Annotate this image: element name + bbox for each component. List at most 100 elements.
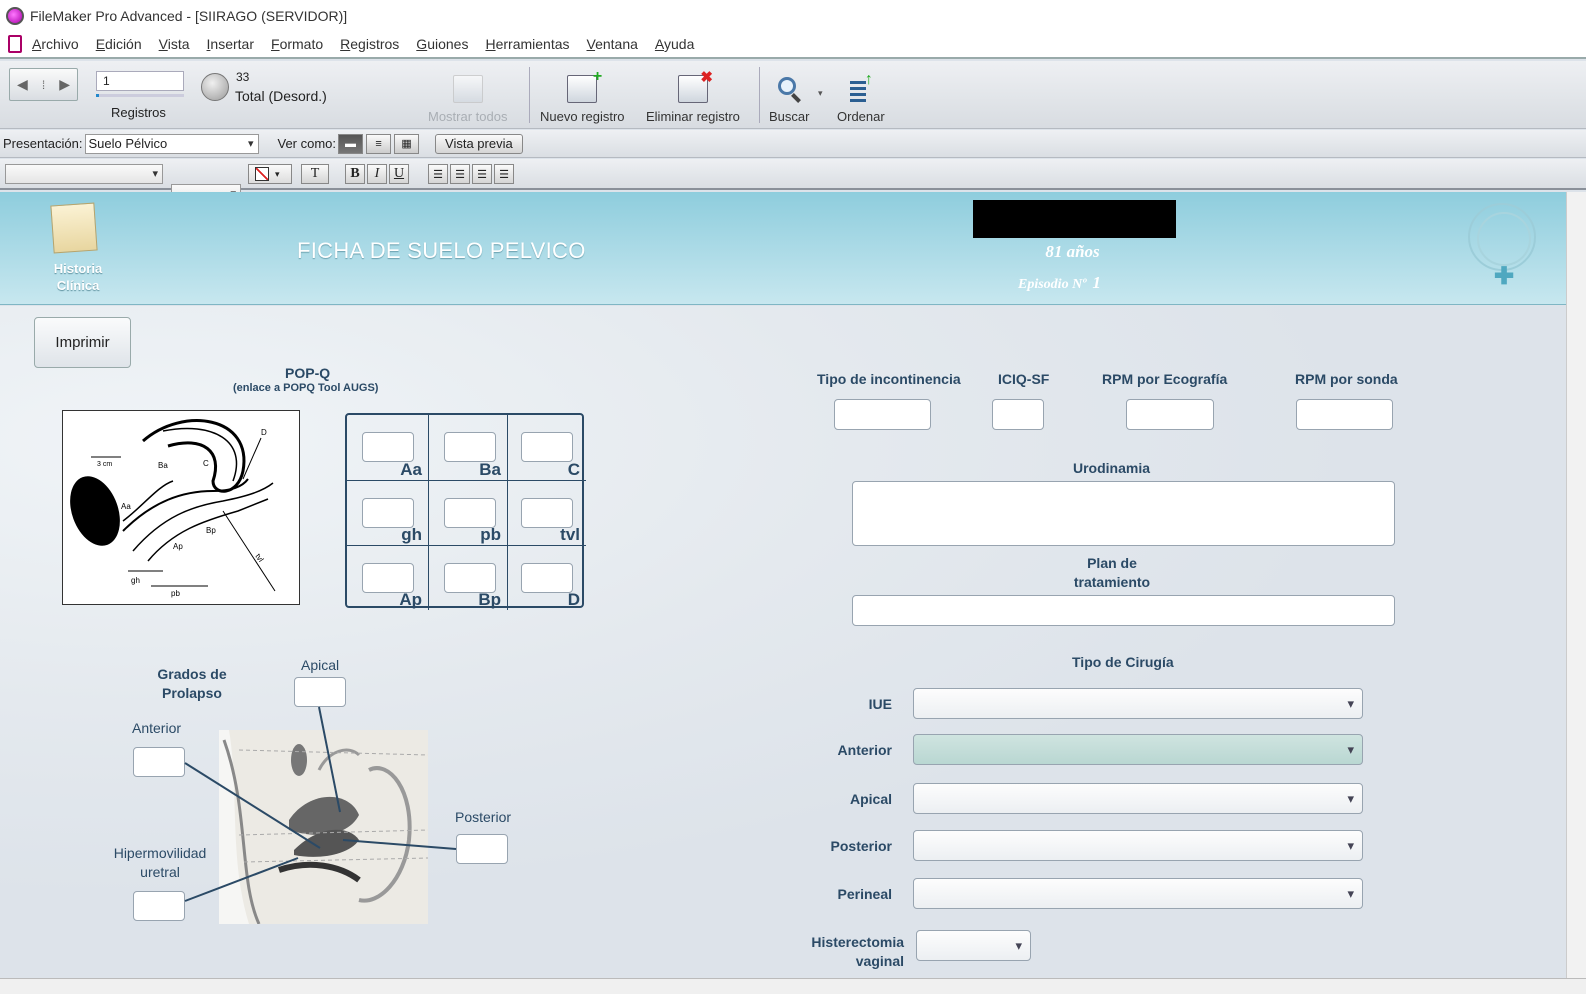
incontinence-type-label: Tipo de incontinencia [817, 371, 961, 387]
popq-cell-pb: pb [429, 481, 508, 546]
apical-grade-input[interactable] [294, 677, 346, 707]
menu-ayuda[interactable]: Ayuda [655, 36, 694, 52]
popq-ba-input[interactable] [444, 432, 496, 462]
align-justify-icon[interactable]: ☰ [494, 164, 514, 184]
next-record-icon[interactable]: ▶ [59, 76, 70, 93]
delete-record-icon: ✖ [677, 69, 713, 103]
popq-pb-input[interactable] [444, 498, 496, 528]
hypermobility-line-2: uretral [140, 864, 180, 880]
surgery-iue-select[interactable] [913, 688, 1363, 719]
menu-edicion[interactable]: Edición [96, 36, 142, 52]
sort-button[interactable]: ↑ Ordenar [837, 71, 885, 124]
find-button[interactable]: Buscar [769, 75, 809, 124]
prolapse-grades-title: Grados de Prolapso [150, 665, 234, 703]
surgery-anterior-select[interactable] [913, 734, 1363, 765]
popq-bp-input[interactable] [444, 563, 496, 593]
svg-text:gh: gh [131, 576, 140, 585]
popq-tvl-label: tvl [560, 525, 580, 544]
menu-formato[interactable]: Formato [271, 36, 323, 52]
delete-record-button[interactable]: ✖ Eliminar registro [646, 69, 740, 124]
total-count: 33 [236, 70, 250, 84]
menu-herramientas[interactable]: Herramientas [485, 36, 569, 52]
vaginal-hysterectomy-select[interactable] [916, 930, 1031, 961]
venus-symbol-icon: ✚ [1494, 263, 1515, 290]
menu-insertar[interactable]: Insertar [207, 36, 254, 52]
popq-title[interactable]: POP-Q [285, 365, 330, 381]
surgery-perineal-select[interactable] [913, 878, 1363, 909]
menu-archivo[interactable]: Archivo [32, 36, 79, 52]
svg-text:pb: pb [171, 589, 180, 598]
iciq-input[interactable] [992, 399, 1044, 430]
align-left-icon[interactable]: ☰ [428, 164, 448, 184]
view-as-table-button[interactable]: ▦ [394, 133, 420, 154]
apical-label: Apical [301, 657, 340, 673]
view-as-form-button[interactable]: ▬ [338, 133, 364, 154]
new-record-label: Nuevo registro [540, 109, 625, 124]
popq-anatomy-diagram: 3 cm Ba C D Aa Ap Bp gh pb tvl [62, 410, 300, 605]
vertical-scrollbar[interactable] [1566, 192, 1586, 978]
title-bar: FileMaker Pro Advanced - [SIIRAGO (SERVI… [0, 0, 1586, 31]
layout-label: Presentación: [3, 136, 83, 151]
new-record-button[interactable]: + Nuevo registro [540, 68, 625, 124]
italic-button[interactable]: I [367, 164, 387, 184]
menu-guiones[interactable]: Guiones [416, 36, 468, 52]
rpm-echo-input[interactable] [1126, 399, 1214, 430]
text-color-picker[interactable]: ▾ [248, 164, 292, 184]
popq-d-label: D [567, 590, 580, 609]
print-button[interactable]: Imprimir [34, 317, 131, 368]
treatment-plan-input[interactable] [852, 595, 1395, 626]
record-navigation-book[interactable]: ◀ ⁞ ▶ [9, 68, 78, 101]
surgery-posterior-select[interactable] [913, 830, 1363, 861]
prev-record-icon[interactable]: ◀ [17, 76, 28, 93]
anterior-grade-input[interactable] [133, 747, 185, 777]
menu-ventana[interactable]: Ventana [587, 36, 638, 52]
record-slider-icon[interactable]: ⁞ [42, 78, 45, 92]
redacted-patient-name [973, 200, 1176, 238]
popq-c-input[interactable] [521, 432, 573, 462]
vaginal-hysterectomy-label: Histerectomia vaginal [780, 933, 904, 971]
menu-bar: Archivo Edición Vista Insertar Formato R… [0, 31, 1586, 59]
popq-diagram-drawing: 3 cm Ba C D Aa Ap Bp gh pb tvl [70, 419, 276, 598]
preview-button[interactable]: Vista previa [435, 133, 523, 154]
rpm-probe-label: RPM por sonda [1295, 371, 1398, 387]
view-as-list-button[interactable]: ≡ [366, 133, 392, 154]
surgery-apical-select[interactable] [913, 783, 1363, 814]
bold-button[interactable]: B [345, 164, 365, 184]
font-family-select[interactable] [5, 164, 163, 184]
surgery-perineal-label: Perineal [837, 886, 892, 902]
underline-button[interactable]: U [389, 164, 409, 184]
incontinence-type-input[interactable] [834, 399, 931, 430]
popq-tvl-input[interactable] [521, 498, 573, 528]
current-record-input[interactable]: 1 [96, 71, 184, 91]
show-all-button[interactable]: Mostrar todos [428, 75, 507, 124]
pie-chart-icon [201, 73, 229, 101]
document-icon[interactable] [8, 35, 22, 53]
menu-vista[interactable]: Vista [159, 36, 190, 52]
format-bar: ▾ T B I U ☰ ☰ ☰ ☰ [0, 159, 1586, 204]
popq-aa-label: Aa [400, 460, 422, 479]
rpm-probe-input[interactable] [1296, 399, 1393, 430]
window-title: FileMaker Pro Advanced - [SIIRAGO (SERVI… [30, 7, 348, 24]
popq-aa-input[interactable] [362, 432, 414, 462]
rpm-echo-label: RPM por Ecografía [1102, 371, 1228, 387]
history-button-label[interactable]: Historia Clínica [40, 260, 116, 294]
menu-registros[interactable]: Registros [340, 36, 399, 52]
align-center-icon[interactable]: ☰ [450, 164, 470, 184]
posterior-grade-input[interactable] [456, 834, 508, 864]
popq-d-input[interactable] [521, 563, 573, 593]
layout-select[interactable]: Suelo Pélvico [84, 133, 259, 154]
popq-ap-input[interactable] [362, 563, 414, 593]
view-as-label: Ver como: [277, 136, 337, 151]
color-swatch-icon [255, 167, 269, 181]
record-slider[interactable] [96, 94, 184, 97]
text-style-button[interactable]: T [301, 164, 329, 184]
find-dropdown-icon[interactable]: ▾ [818, 88, 823, 99]
status-toolbar: ◀ ⁞ ▶ 1 Registros 33 Total (Desord.) Mos… [0, 61, 1586, 129]
align-right-icon[interactable]: ☰ [472, 164, 492, 184]
popq-subtitle[interactable]: (enlace a POPQ Tool AUGS) [233, 382, 378, 394]
urodynamics-input[interactable] [852, 481, 1395, 546]
medical-record-icon[interactable] [50, 202, 98, 254]
urodynamics-label: Urodinamia [1073, 460, 1151, 476]
popq-gh-input[interactable] [362, 498, 414, 528]
urethral-hypermobility-input[interactable] [133, 891, 185, 921]
